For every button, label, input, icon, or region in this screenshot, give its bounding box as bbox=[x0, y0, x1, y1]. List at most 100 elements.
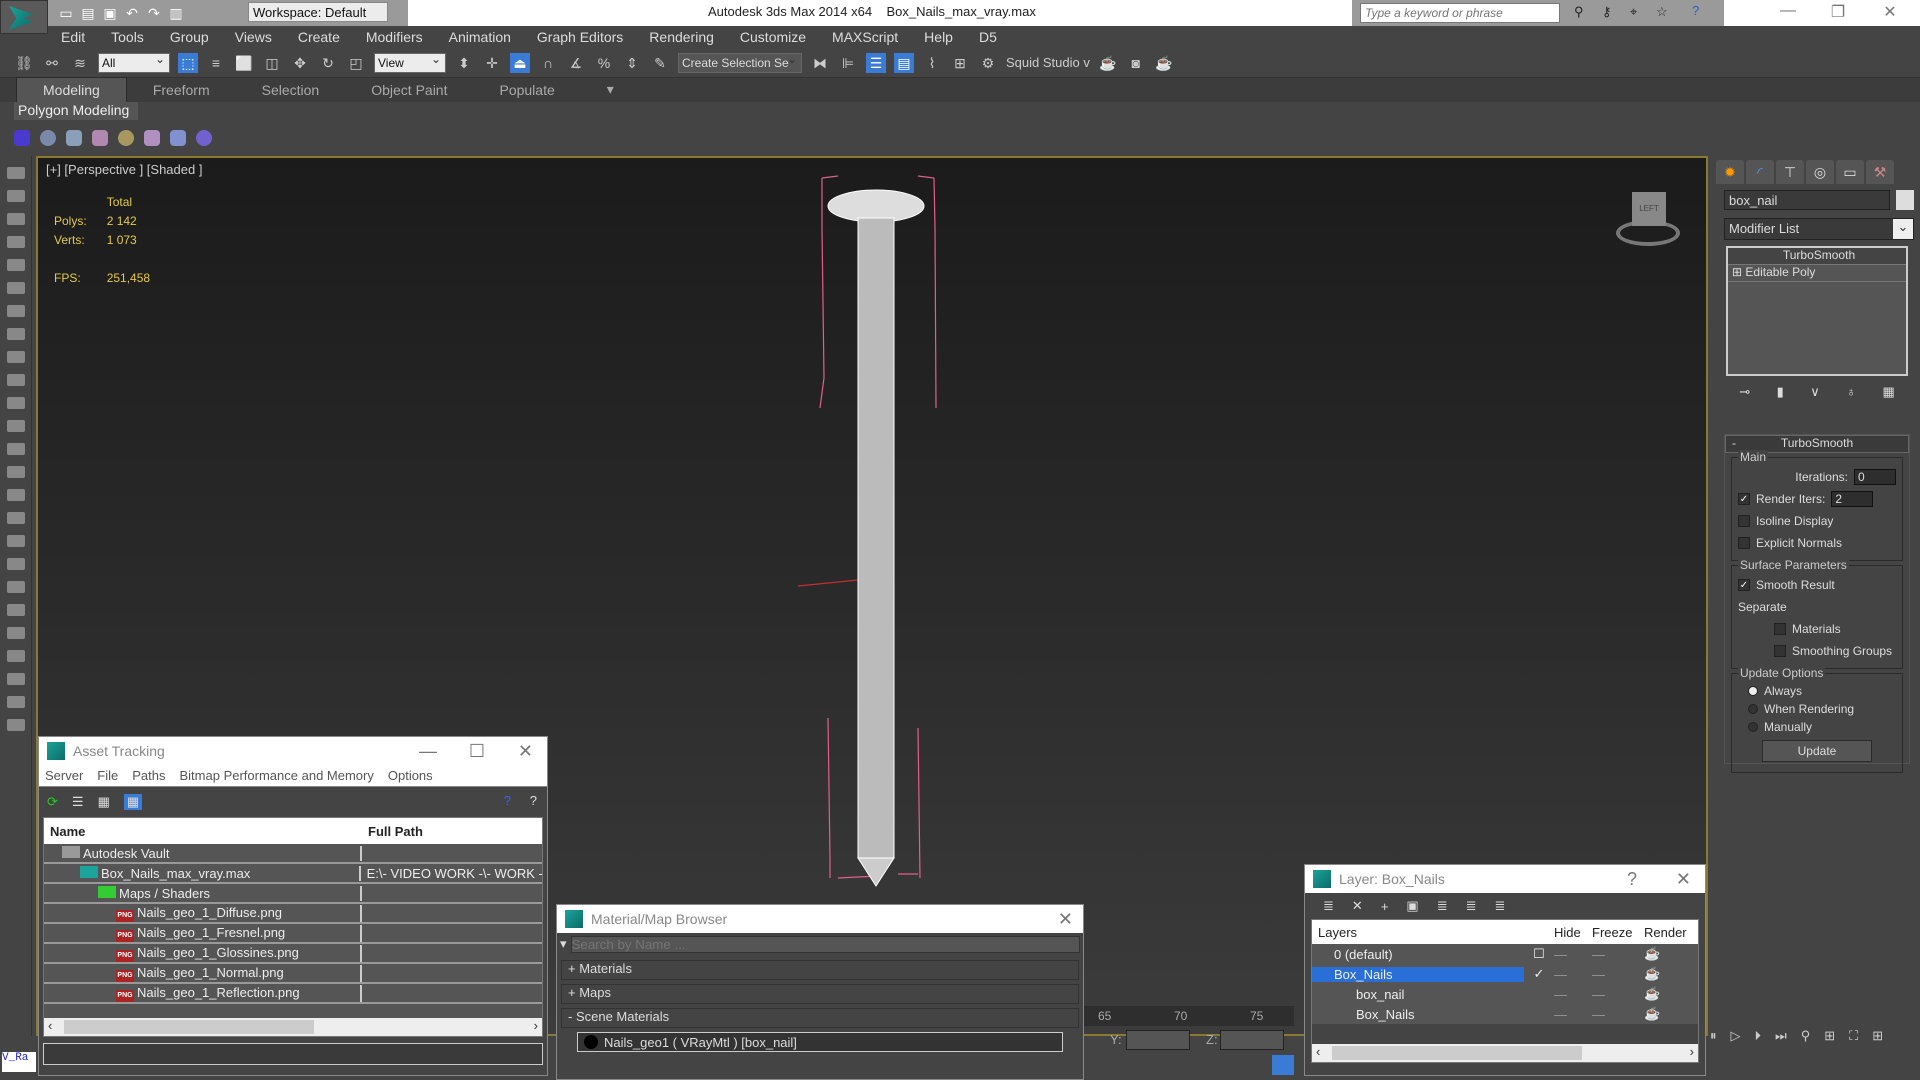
tab-selection[interactable]: Selection bbox=[236, 78, 346, 102]
menu-animation[interactable]: Animation bbox=[436, 29, 524, 45]
scale-icon[interactable]: ◰ bbox=[346, 53, 366, 73]
angle-snap-icon[interactable]: ∡ bbox=[566, 53, 586, 73]
dialog-titlebar[interactable]: Asset Tracking — ☐ ✕ bbox=[39, 737, 547, 765]
close-icon[interactable]: ✕ bbox=[518, 741, 533, 762]
vray-light-icon[interactable] bbox=[118, 130, 134, 146]
modifier-list-select[interactable]: Modifier List ⌄ bbox=[1724, 218, 1914, 240]
hierarchy-tab-icon[interactable]: ⊤ bbox=[1776, 160, 1804, 184]
save-icon[interactable]: ▣ bbox=[102, 5, 118, 21]
tool-icon[interactable] bbox=[7, 213, 25, 225]
layer-explorer-icon[interactable]: ☰ bbox=[866, 52, 886, 73]
menu-server[interactable]: Server bbox=[45, 768, 83, 783]
redo-icon[interactable]: ↷ bbox=[146, 5, 162, 21]
viewcube-face[interactable]: LEFT bbox=[1632, 192, 1666, 226]
tab-modeling[interactable]: Modeling bbox=[16, 77, 127, 102]
object-color-swatch[interactable] bbox=[1896, 190, 1914, 210]
tool-icon[interactable] bbox=[7, 558, 25, 570]
workspace-select[interactable]: Workspace: Default bbox=[248, 2, 388, 22]
select-object-icon[interactable]: ⬚ bbox=[178, 52, 198, 73]
open-file-icon[interactable]: ▤ bbox=[80, 5, 96, 21]
manipulate-icon[interactable]: ✛ bbox=[482, 53, 502, 73]
tool-icon[interactable] bbox=[7, 719, 25, 731]
asset-row[interactable]: PNG Nails_geo_1_Reflection.png bbox=[44, 984, 542, 1004]
star-icon[interactable]: ☆ bbox=[1656, 4, 1668, 20]
hide-toggle[interactable]: — bbox=[1554, 947, 1592, 962]
satellite-icon[interactable]: ⌖ bbox=[1630, 4, 1637, 20]
iterations-spinner[interactable]: 0 bbox=[1854, 469, 1896, 485]
tool-icon[interactable] bbox=[7, 259, 25, 271]
tool-icon[interactable] bbox=[7, 627, 25, 639]
menu-maxscript[interactable]: MAXScript bbox=[819, 29, 911, 45]
tool-icon[interactable] bbox=[7, 673, 25, 685]
asset-row[interactable]: PNG Nails_geo_1_Normal.png bbox=[44, 964, 542, 984]
stack-item-turbosmooth[interactable]: TurboSmooth bbox=[1728, 248, 1906, 265]
make-unique-icon[interactable]: ∨ bbox=[1810, 384, 1820, 400]
menu-bitmap-performance[interactable]: Bitmap Performance and Memory bbox=[180, 768, 374, 783]
rotate-icon[interactable]: ↻ bbox=[318, 53, 338, 73]
align-icon[interactable]: ⊫ bbox=[838, 53, 858, 73]
material-editor-icon[interactable]: ⚙ bbox=[978, 53, 998, 73]
highlight-layer-icon[interactable]: ≣ bbox=[1466, 898, 1477, 914]
render-setup-icon[interactable]: ☕ bbox=[1098, 53, 1118, 73]
tool-icon[interactable] bbox=[7, 282, 25, 294]
select-by-name-icon[interactable]: ≡ bbox=[206, 53, 226, 73]
layer-row[interactable]: 0 (default) ☐ — — ☕ bbox=[1312, 944, 1698, 964]
section-maps[interactable]: + Maps bbox=[561, 984, 1079, 1004]
close-icon[interactable]: ✕ bbox=[1058, 909, 1073, 930]
viewcube[interactable]: LEFT bbox=[1608, 188, 1688, 248]
pivot-center-icon[interactable]: ⬍ bbox=[454, 53, 474, 73]
add-to-layer-icon[interactable]: + bbox=[1381, 899, 1389, 914]
keyword-search-input[interactable] bbox=[1360, 3, 1560, 23]
tool-icon[interactable] bbox=[7, 351, 25, 363]
isolate-selection-icon[interactable] bbox=[1272, 1055, 1294, 1075]
zoom-all-icon[interactable]: ⊞ bbox=[1824, 1028, 1835, 1044]
tool-icon[interactable] bbox=[7, 190, 25, 202]
render-icon[interactable]: ☕ bbox=[1154, 53, 1174, 73]
menu-graph-editors[interactable]: Graph Editors bbox=[524, 29, 636, 45]
close-icon[interactable]: ✕ bbox=[1676, 869, 1691, 890]
ribbon-options-icon[interactable]: ▾ bbox=[581, 77, 640, 102]
menu-modifiers[interactable]: Modifiers bbox=[353, 29, 436, 45]
tool-icon[interactable] bbox=[7, 604, 25, 616]
window-crossing-icon[interactable]: ◫ bbox=[262, 53, 282, 73]
tool-icon[interactable] bbox=[7, 443, 25, 455]
asset-row[interactable]: PNG Nails_geo_1_Glossines.png bbox=[44, 944, 542, 964]
render-toggle-icon[interactable]: ☕ bbox=[1644, 946, 1660, 962]
freeze-toggle[interactable]: — bbox=[1592, 987, 1644, 1002]
section-materials[interactable]: + Materials bbox=[561, 960, 1079, 980]
tool-icon[interactable] bbox=[7, 328, 25, 340]
vray-settings-icon[interactable] bbox=[196, 130, 212, 146]
percent-snap-icon[interactable]: % bbox=[594, 53, 614, 73]
vray-ipr-icon[interactable] bbox=[40, 130, 56, 146]
layer-row[interactable]: Box_Nails ✓ — — ☕ bbox=[1312, 964, 1698, 984]
help-icon[interactable]: ? bbox=[504, 793, 511, 808]
utilities-tab-icon[interactable]: ⚒ bbox=[1866, 160, 1894, 184]
manually-radio[interactable] bbox=[1748, 722, 1758, 732]
menu-d5[interactable]: D5 bbox=[966, 29, 1010, 45]
column-hide[interactable]: Hide bbox=[1554, 925, 1592, 940]
freeze-toggle[interactable]: — bbox=[1592, 947, 1644, 962]
plugin-label[interactable]: Squid Studio v bbox=[1006, 55, 1090, 70]
tab-object-paint[interactable]: Object Paint bbox=[345, 78, 473, 102]
pin-stack-icon[interactable]: ⊸ bbox=[1739, 384, 1750, 400]
asset-row[interactable]: Box_Nails_max_vray.max E:\- VIDEO WORK -\… bbox=[44, 864, 542, 884]
menu-options[interactable]: Options bbox=[388, 768, 433, 783]
motion-tab-icon[interactable]: ◎ bbox=[1806, 160, 1834, 184]
tool-icon[interactable] bbox=[7, 420, 25, 432]
tool-icon[interactable] bbox=[7, 581, 25, 593]
rendered-frame-icon[interactable]: ◙ bbox=[1126, 53, 1146, 73]
layer-row[interactable]: Box_Nails — — ☕ bbox=[1312, 1004, 1698, 1024]
render-toggle-icon[interactable]: ☕ bbox=[1644, 966, 1660, 982]
binoculars-icon[interactable]: ⚲ bbox=[1574, 4, 1584, 20]
next-frame-icon[interactable]: ⏵ bbox=[1755, 1028, 1762, 1044]
always-radio[interactable] bbox=[1748, 686, 1758, 696]
list-view-icon[interactable]: ☰ bbox=[72, 794, 84, 810]
asset-row[interactable]: Autodesk Vault bbox=[44, 844, 542, 864]
restore-button[interactable]: ❐ bbox=[1820, 2, 1856, 24]
keyboard-shortcut-icon[interactable]: ⏏ bbox=[510, 52, 530, 73]
new-file-icon[interactable]: ▭ bbox=[58, 5, 74, 21]
stack-item-editable-poly[interactable]: ⊞ Editable Poly bbox=[1728, 265, 1906, 282]
update-button[interactable]: Update bbox=[1762, 740, 1872, 762]
prev-frame-icon[interactable]: ⏸ bbox=[1710, 1028, 1717, 1044]
help-icon[interactable]: ? bbox=[1627, 869, 1637, 890]
